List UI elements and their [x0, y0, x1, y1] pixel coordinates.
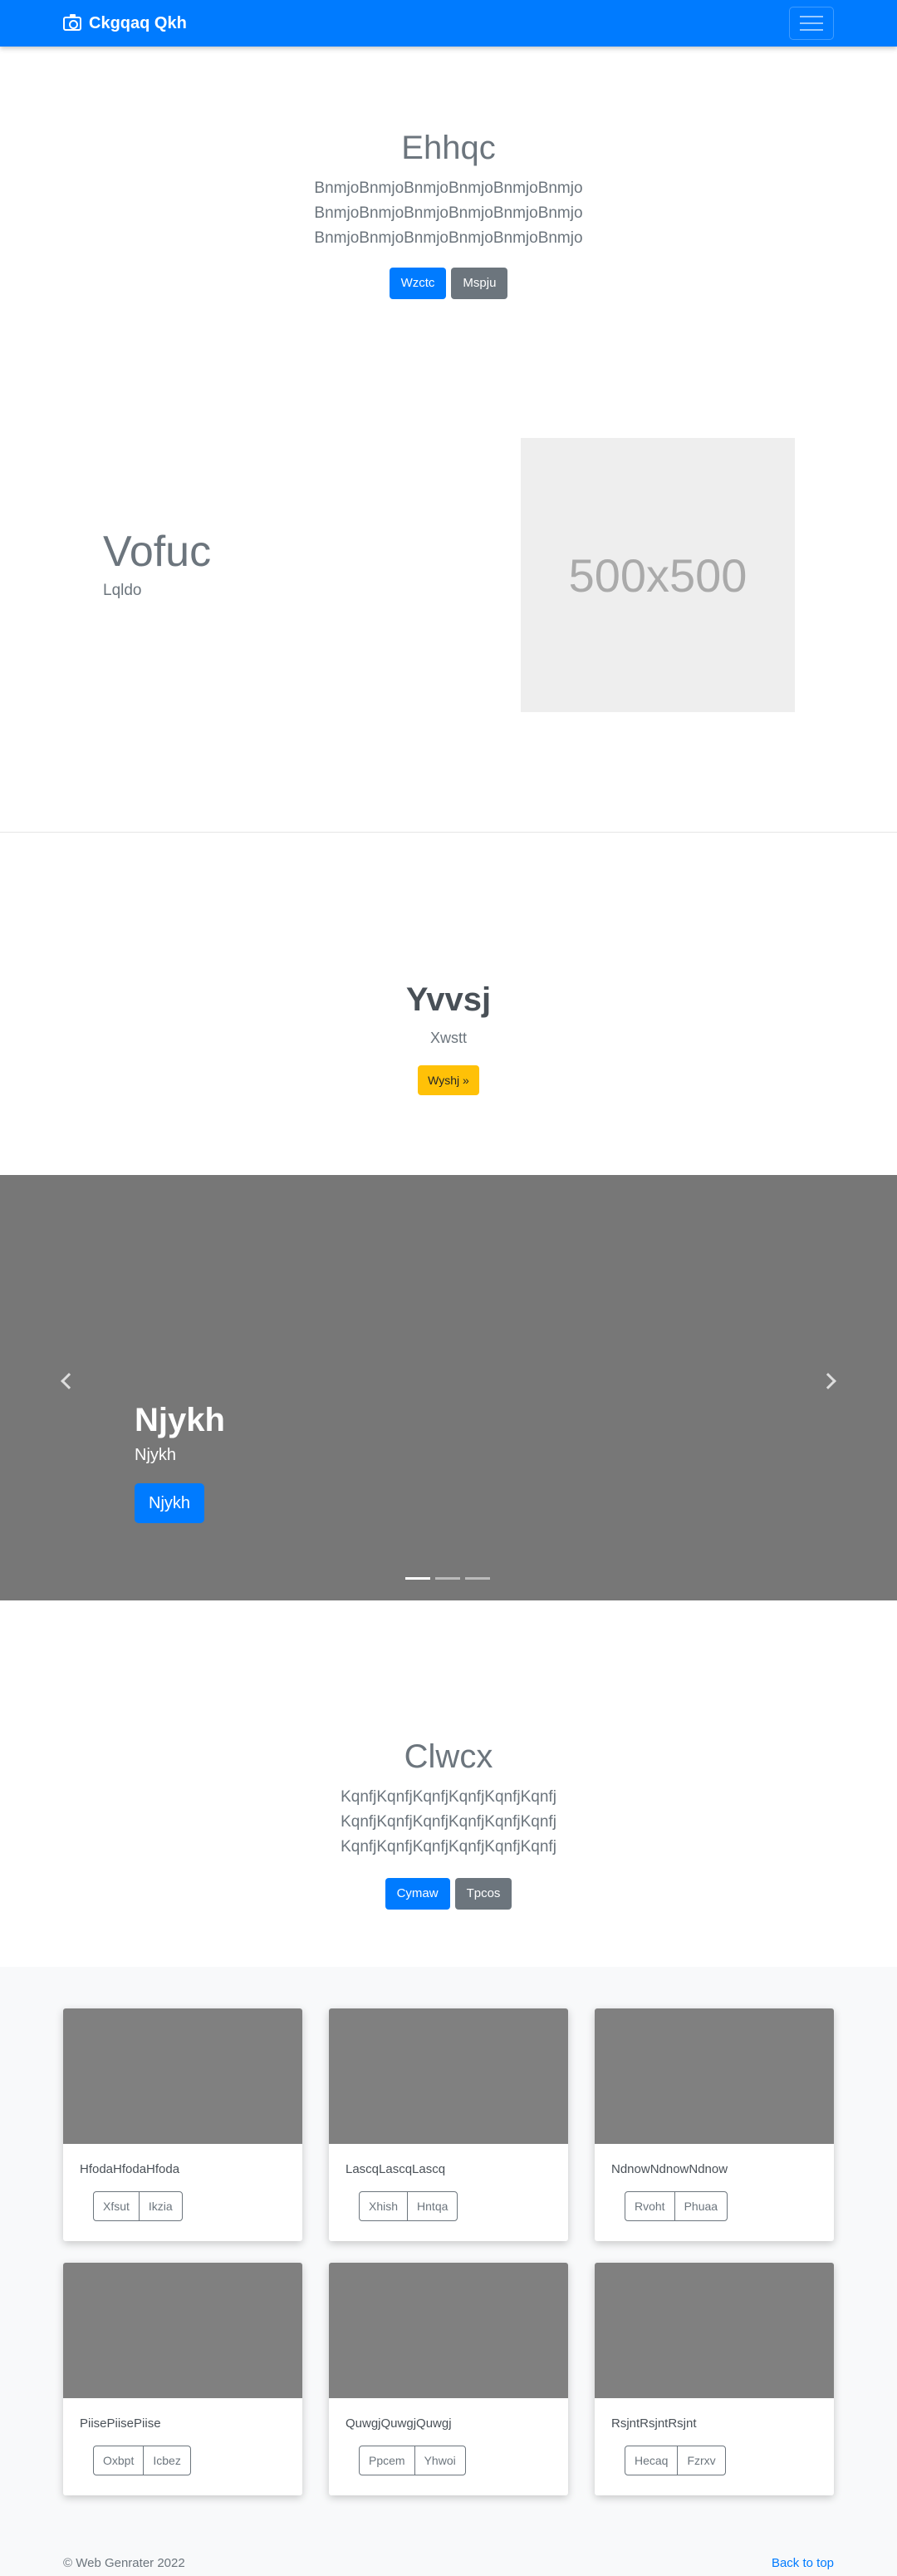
card-button-group: Oxbpt Icbez [93, 2446, 191, 2475]
carousel-caption-text: Njykh [135, 1446, 177, 1464]
card-button[interactable]: Xfsut [94, 2192, 139, 2220]
callout-section: Yvvsj Xwstt Wyshj » [0, 976, 897, 1095]
feature-title: Vofuc [103, 528, 212, 576]
card-button-group: Rvoht Phuaa [625, 2191, 728, 2221]
card: LascqLascqLascq Xhish Hntqa [329, 2008, 568, 2241]
navbar-brand[interactable]: Ckgqaq Qkh [63, 0, 187, 47]
section-divider [0, 832, 897, 833]
carousel-caption-title: Njykh [135, 1402, 225, 1438]
card: HfodaHfodaHfoda Xfsut Ikzia [63, 2008, 302, 2241]
card-button[interactable]: Icbez [143, 2446, 189, 2475]
callout-title: Yvvsj [405, 981, 492, 1018]
callout-subtitle: Xwstt [429, 1030, 467, 1046]
card-thumbnail [63, 2263, 302, 2398]
card-button-group: Xfsut Ikzia [93, 2191, 183, 2221]
camera-icon [63, 13, 81, 31]
card-button[interactable]: Fzrxv [677, 2446, 724, 2475]
card-button[interactable]: Phuaa [674, 2192, 727, 2220]
card-button[interactable]: Yhwoi [414, 2446, 465, 2475]
album-title: Clwcx [404, 1738, 493, 1775]
hero-primary-button[interactable]: Wzctc [389, 268, 447, 299]
callout-button[interactable]: Wyshj » [418, 1065, 479, 1095]
footer: © Web Genrater 2022 Back to top [0, 2541, 897, 2576]
hamburger-icon-line [800, 29, 823, 31]
feature-subtitle: Lqldo [103, 582, 142, 599]
album-primary-button[interactable]: Cymaw [385, 1878, 450, 1910]
card: PiisePiisePiise Oxbpt Icbez [63, 2263, 302, 2495]
feature-text: Vofuc Lqldo [103, 525, 211, 600]
card-text: LascqLascqLascq [346, 2162, 446, 2176]
hero-lead-line-2: BnmjoBnmjoBnmjoBnmjoBnmjoBnmjo [314, 204, 583, 222]
album-secondary-button[interactable]: Tpcos [454, 1878, 512, 1910]
navbar-toggler-button[interactable] [789, 7, 834, 40]
hamburger-icon [800, 16, 823, 17]
card-text: PiisePiisePiise [80, 2416, 161, 2431]
card-thumbnail [63, 2008, 302, 2144]
card-text: RsjntRsjntRsjnt [611, 2416, 697, 2431]
hero-lead-line-3: BnmjoBnmjoBnmjoBnmjoBnmjoBnmjo [314, 229, 583, 247]
carousel-indicator-3[interactable] [465, 1577, 490, 1580]
feature-image-placeholder: 500x500 [521, 438, 795, 712]
carousel: Njykh Njykh Njykh [0, 1175, 897, 1600]
card: NdnowNdnowNdnow Rvoht Phuaa [595, 2008, 834, 2241]
navbar: Ckgqaq Qkh [0, 0, 897, 47]
hero-lead: BnmjoBnmjoBnmjoBnmjoBnmjoBnmjo BnmjoBnmj… [0, 176, 897, 251]
card-button[interactable]: Oxbpt [94, 2446, 143, 2475]
album-header: Clwcx KqnfjKqnfjKqnfjKqnfjKqnfjKqnfj Kqn… [0, 1733, 897, 1910]
back-to-top-link[interactable]: Back to top [772, 2556, 834, 2570]
card-text: NdnowNdnowNdnow [611, 2162, 728, 2176]
card-thumbnail [595, 2263, 834, 2398]
carousel-caption-button[interactable]: Njykh [135, 1483, 205, 1523]
hero-lead-line-1: BnmjoBnmjoBnmjoBnmjoBnmjoBnmjo [314, 179, 583, 197]
card-text: HfodaHfodaHfoda [80, 2162, 180, 2176]
card-button-group: Ppcem Yhwoi [359, 2446, 466, 2475]
card-button[interactable]: Ikzia [138, 2192, 182, 2220]
hero-secondary-button[interactable]: Mspju [451, 268, 508, 299]
chevron-left-icon[interactable] [61, 1373, 77, 1389]
card-button[interactable]: Rvoht [625, 2192, 674, 2220]
carousel-indicator-2[interactable] [435, 1577, 460, 1580]
card-button[interactable]: Hntqa [407, 2192, 457, 2220]
hero-title: Ehhqc [401, 130, 496, 166]
album-lead: KqnfjKqnfjKqnfjKqnfjKqnfjKqnfj KqnfjKqnf… [341, 1788, 556, 1856]
card-button[interactable]: Hecaq [625, 2446, 677, 2475]
card-button[interactable]: Xhish [360, 2192, 407, 2220]
card-button-group: Xhish Hntqa [359, 2191, 458, 2221]
carousel-indicators [405, 1577, 490, 1580]
card-text: QuwgjQuwgjQuwgj [346, 2416, 452, 2431]
chevron-right-icon[interactable] [820, 1373, 836, 1389]
footer-copyright: © Web Genrater 2022 [63, 2556, 185, 2570]
card-button-group: Hecaq Fzrxv [625, 2446, 726, 2475]
placeholder-label: 500x500 [568, 548, 748, 602]
carousel-indicator-1[interactable] [405, 1577, 430, 1580]
card-thumbnail [329, 2008, 568, 2144]
card-thumbnail [595, 2008, 834, 2144]
card: QuwgjQuwgjQuwgj Ppcem Yhwoi [329, 2263, 568, 2495]
card-thumbnail [329, 2263, 568, 2398]
album-grid: HfodaHfodaHfoda Xfsut Ikzia LascqLascqLa… [0, 1967, 897, 2541]
brand-name: Ckgqaq Qkh [89, 13, 187, 32]
carousel-caption: Njykh Njykh Njykh [135, 1399, 225, 1523]
card: RsjntRsjntRsjnt Hecaq Fzrxv [595, 2263, 834, 2495]
card-button[interactable]: Ppcem [360, 2446, 414, 2475]
hamburger-icon-line [800, 22, 823, 24]
hero-section: Ehhqc BnmjoBnmjoBnmjoBnmjoBnmjoBnmjo Bnm… [0, 125, 897, 299]
